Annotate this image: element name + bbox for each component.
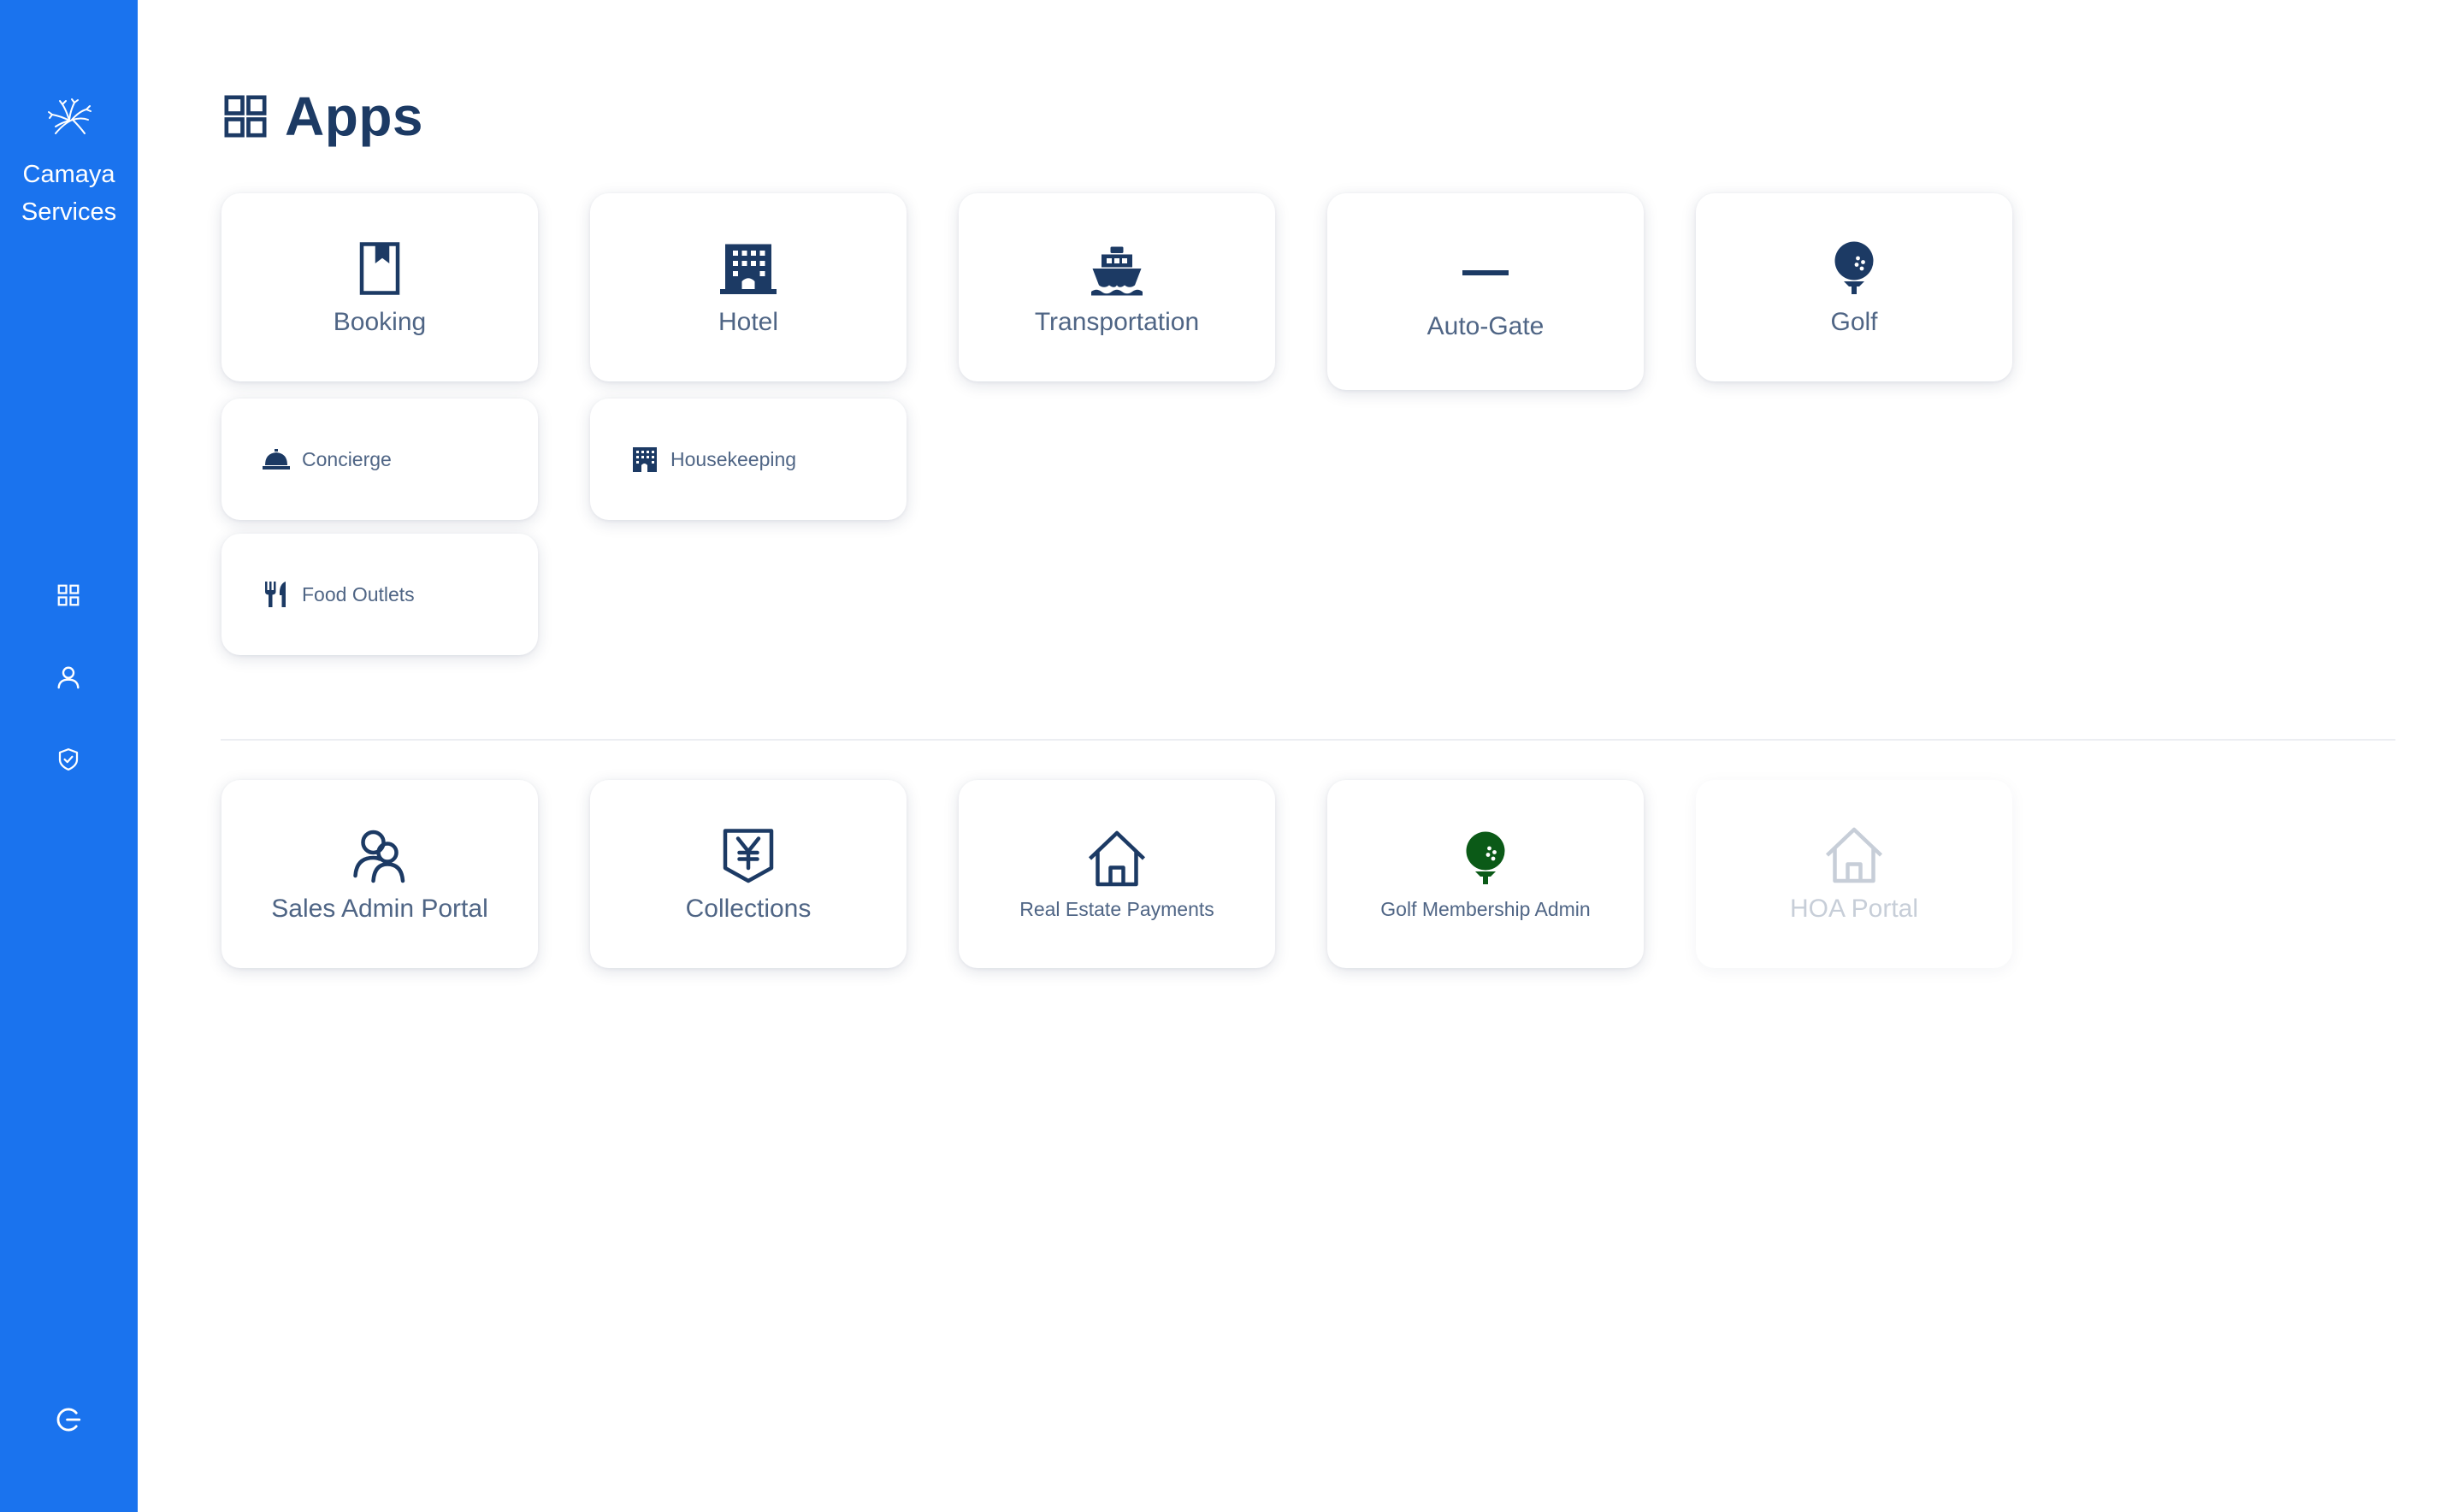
app-label: HOA Portal (1789, 895, 1919, 923)
ship-icon (1091, 246, 1143, 296)
house-icon (1825, 827, 1883, 883)
app-label: Hotel (718, 308, 779, 336)
app-card-housekeeping[interactable]: Housekeeping (590, 399, 907, 520)
yen-shield-icon (723, 829, 774, 883)
concierge-bell-icon (263, 449, 290, 470)
building-icon (633, 447, 657, 472)
app-label: Food Outlets (302, 582, 415, 605)
bookmark-icon (359, 242, 400, 295)
user-icon (57, 666, 80, 689)
app-card-hoa-portal[interactable]: HOA Portal (1696, 780, 2012, 968)
app-label: Collections (685, 895, 812, 923)
utensils-icon (265, 582, 286, 607)
house-icon (1088, 830, 1146, 886)
nav-security[interactable] (48, 739, 89, 780)
app-label: Housekeeping (670, 447, 797, 470)
app-label: Golf Membership Admin (1380, 897, 1591, 920)
golf-ball-icon (1834, 241, 1874, 294)
logout-icon (56, 1408, 81, 1432)
app-card-golf-membership-admin[interactable]: Golf Membership Admin (1327, 780, 1644, 968)
app-card-auto-gate[interactable]: Auto-Gate (1327, 193, 1644, 390)
brand-name: Camaya Services (21, 161, 117, 226)
minus-icon (1462, 270, 1509, 275)
app-card-concierge[interactable]: Concierge (221, 399, 538, 520)
app-card-collections[interactable]: Collections (590, 780, 907, 968)
app-label: Sales Admin Portal (271, 895, 488, 923)
grid-icon (224, 95, 267, 138)
grid-icon (57, 584, 80, 606)
brand[interactable]: Camaya Services (0, 94, 138, 231)
app-card-golf[interactable]: Golf (1696, 193, 2012, 381)
app-label: Transportation (1034, 308, 1200, 336)
shield-check-icon (58, 748, 79, 771)
page-title: Apps (285, 86, 423, 147)
app-card-booking[interactable]: Booking (221, 193, 538, 381)
camaya-logo-icon (47, 98, 92, 134)
app-label: Golf (1830, 308, 1878, 336)
app-label: Concierge (302, 447, 392, 470)
golf-ball-icon (1466, 831, 1505, 884)
page-header: Apps (221, 86, 423, 147)
nav-apps[interactable] (48, 575, 89, 616)
app-label: Booking (333, 308, 427, 336)
app-label: Real Estate Payments (1019, 897, 1214, 920)
app-card-transportation[interactable]: Transportation (959, 193, 1275, 381)
sidebar: Camaya Services (0, 0, 138, 1512)
app-card-sales-admin-portal[interactable]: Sales Admin Portal (221, 780, 538, 968)
app-card-hotel[interactable]: Hotel (590, 193, 907, 381)
app-card-real-estate-payments[interactable]: Real Estate Payments (959, 780, 1275, 968)
users-icon (353, 830, 405, 883)
app-label: Auto-Gate (1426, 312, 1545, 340)
logout-button[interactable] (48, 1399, 89, 1440)
section-divider (221, 739, 2395, 741)
nav-profile[interactable] (48, 657, 89, 698)
main-content: Apps Booking Hotel Transportation Auto-G… (138, 0, 2463, 1512)
hotel-building-icon (720, 244, 777, 294)
app-card-food-outlets[interactable]: Food Outlets (221, 534, 538, 655)
